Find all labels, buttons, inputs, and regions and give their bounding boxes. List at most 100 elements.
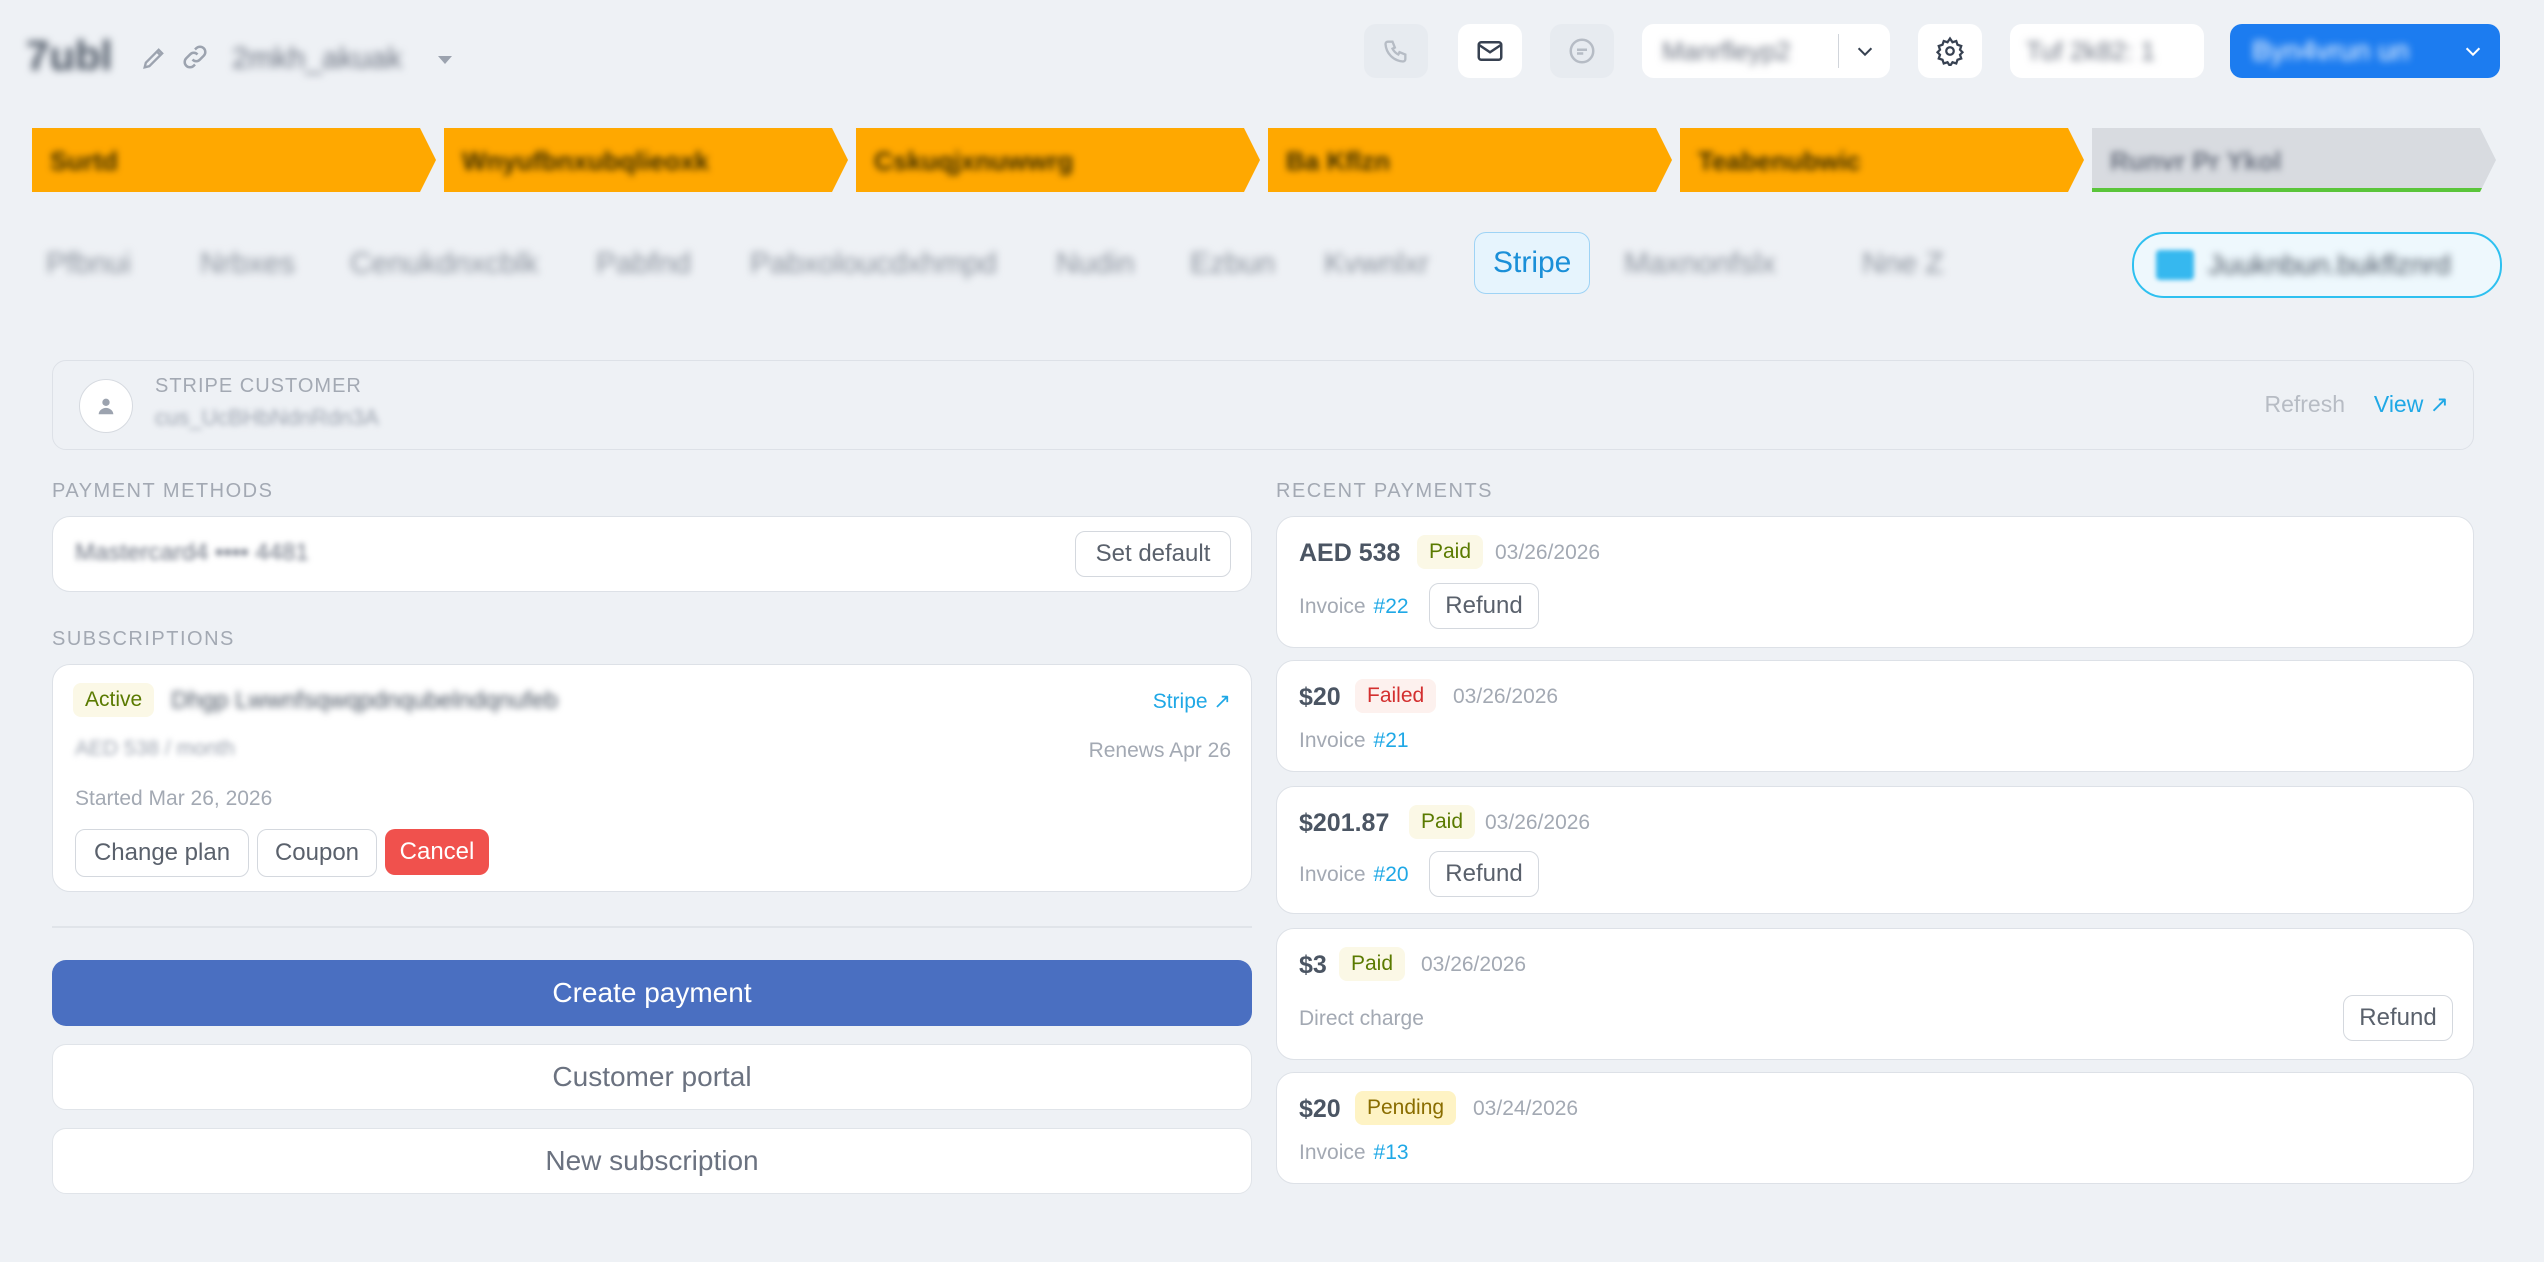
payment-date: 03/24/2026 — [1473, 1097, 1579, 1120]
user-label: Tuf 2k82: 1 — [2026, 35, 2156, 66]
subscription-price: AED 538 / month — [75, 737, 235, 760]
pipeline-stage[interactable]: Teabenubwic — [1680, 128, 2084, 192]
payment-source: Invoice #21 — [1299, 729, 1409, 753]
payment-date: 03/26/2026 — [1453, 685, 1559, 708]
tab-action-button[interactable]: Juuknbun.bukflznrd — [2132, 232, 2502, 298]
payment-row: AED 538 Paid 03/26/2026 Invoice #22 Refun… — [1276, 516, 2474, 648]
divider — [52, 926, 1252, 928]
link-icon[interactable] — [180, 42, 210, 72]
create-payment-button[interactable]: Create payment — [52, 960, 1252, 1026]
payment-kind: Invoice — [1299, 729, 1366, 752]
invoice-link[interactable]: #20 — [1374, 863, 1409, 886]
payment-kind: Invoice — [1299, 1141, 1366, 1164]
tab-item[interactable]: Maxnonfslx — [1624, 236, 1776, 292]
subscription-name: Dhgp Lwwnfsqwqpdnqubelndqnufeb — [171, 687, 558, 714]
payment-amount: $20 — [1299, 683, 1341, 711]
invoice-link[interactable]: #21 — [1374, 729, 1409, 752]
card-number: Mastercard4 •••• 4481 — [75, 539, 309, 566]
stage-label: Ba Kflzn — [1286, 146, 1390, 176]
refund-button[interactable]: Refund — [1429, 851, 1539, 897]
status-badge: Paid — [1417, 535, 1484, 569]
record-subtitle-dropdown[interactable]: 2mkh_akuak — [232, 42, 402, 76]
email-button[interactable] — [1458, 24, 1522, 78]
refund-button[interactable]: Refund — [2343, 995, 2453, 1041]
primary-action-label: Byn4vrun un — [2252, 35, 2410, 66]
pipeline-stage[interactable]: Ba Kflzn — [1268, 128, 1672, 192]
payment-date: 03/26/2026 — [1421, 953, 1527, 976]
stage-label: Surtd — [50, 146, 118, 176]
pipeline-stage[interactable]: Surtd — [32, 128, 436, 192]
primary-action-button[interactable]: Byn4vrun un — [2230, 24, 2500, 78]
payment-amount: $20 — [1299, 1095, 1341, 1123]
call-button[interactable] — [1364, 24, 1428, 78]
payment-method-card: Mastercard4 •••• 4481 Set default — [52, 516, 1252, 592]
owner-select[interactable]: Manrfleyp2 — [1642, 24, 1890, 78]
change-plan-button[interactable]: Change plan — [75, 829, 249, 877]
stripe-customer-id: cus_UcBHbNdnRdn3A — [155, 405, 379, 430]
owner-select-value: Manrfleyp2 — [1662, 35, 1791, 66]
chevron-down-icon[interactable] — [2462, 40, 2484, 62]
stage-label: Teabenubwic — [1698, 146, 1861, 176]
payment-amount: AED 538 — [1299, 539, 1401, 567]
cancel-button[interactable]: Cancel — [385, 829, 489, 875]
user-chip[interactable]: Tuf 2k82: 1 — [2010, 24, 2204, 78]
chat-button[interactable] — [1550, 24, 1614, 78]
refund-button[interactable]: Refund — [1429, 583, 1539, 629]
refresh-link[interactable]: Refresh — [2264, 391, 2345, 418]
payment-source: Invoice #20 — [1299, 863, 1409, 887]
stage-label: Cskuqjxnuwwrg — [874, 146, 1074, 176]
tab-item[interactable]: Pabfnd — [596, 236, 691, 292]
view-link[interactable]: View ↗ — [2374, 391, 2449, 418]
chevron-down-icon[interactable] — [438, 56, 452, 64]
chat-icon — [1569, 38, 1595, 64]
payment-source: Invoice #22 — [1299, 595, 1409, 619]
stripe-customer-label: STRIPE CUSTOMER — [155, 375, 362, 397]
recent-payments-heading: RECENT PAYMENTS — [1276, 480, 1493, 502]
customer-portal-button[interactable]: Customer portal — [52, 1044, 1252, 1110]
pipeline-stage[interactable]: Wnyufbnxubqlieoxk — [444, 128, 848, 192]
new-subscription-button[interactable]: New subscription — [52, 1128, 1252, 1194]
app-icon — [2156, 250, 2194, 280]
payment-date: 03/26/2026 — [1495, 541, 1601, 564]
stage-label: Runvr Pr Ykol — [2110, 146, 2282, 176]
settings-button[interactable] — [1918, 24, 1982, 78]
stripe-customer-bar: STRIPE CUSTOMER cus_UcBHbNdnRdn3A Refres… — [52, 360, 2474, 450]
tab-item[interactable]: Cenukdnxcblk — [350, 236, 538, 292]
set-default-button[interactable]: Set default — [1075, 531, 1231, 577]
coupon-button[interactable]: Coupon — [257, 829, 377, 877]
subscription-card: Active Dhgp Lwwnfsqwqpdnqubelndqnufeb St… — [52, 664, 1252, 892]
pipeline-stage[interactable]: Cskuqjxnuwwrg — [856, 128, 1260, 192]
stripe-link[interactable]: Stripe ↗ — [1153, 689, 1231, 714]
payment-date: 03/26/2026 — [1485, 811, 1591, 834]
tab-item[interactable]: Kvwnlxr — [1324, 236, 1429, 292]
status-badge: Failed — [1355, 679, 1437, 713]
tab-item[interactable]: Nudin — [1056, 236, 1134, 292]
chevron-down-icon[interactable] — [1854, 40, 1876, 62]
payment-amount: $3 — [1299, 951, 1327, 979]
payment-kind: Direct charge — [1299, 1007, 1424, 1030]
gear-icon — [1935, 36, 1965, 66]
invoice-link[interactable]: #13 — [1374, 1141, 1409, 1164]
payment-methods-heading: PAYMENT METHODS — [52, 480, 274, 502]
tab-item[interactable]: Ezbun — [1190, 236, 1275, 292]
payment-row: $201.87 Paid 03/26/2026 Invoice #20 Refun… — [1276, 786, 2474, 914]
pipeline-stages: Surtd Wnyufbnxubqlieoxk Cskuqjxnuwwrg Ba… — [32, 128, 2502, 192]
renews-date: Renews Apr 26 — [1088, 739, 1231, 762]
select-divider — [1838, 34, 1839, 68]
tab-item[interactable]: Pfbnui — [46, 236, 131, 292]
tab-item[interactable]: Pabxoloucdxhmpd — [750, 236, 997, 292]
payment-kind: Invoice — [1299, 863, 1366, 886]
tab-item[interactable]: Nrbxes — [200, 236, 295, 292]
status-badge: Pending — [1355, 1091, 1457, 1125]
payment-row: $20 Failed 03/26/2026 Invoice #21 — [1276, 660, 2474, 772]
edit-icon[interactable] — [140, 44, 168, 72]
tab-action-label: Juuknbun.bukflznrd — [2208, 249, 2451, 280]
invoice-link[interactable]: #22 — [1374, 595, 1409, 618]
status-badge: Paid — [1339, 947, 1406, 981]
phone-icon — [1384, 40, 1407, 63]
tab-item[interactable]: Nne Z — [1862, 236, 1944, 292]
tab-stripe[interactable]: Stripe — [1474, 232, 1591, 294]
pipeline-stage-current[interactable]: Runvr Pr Ykol — [2092, 128, 2496, 192]
payment-source: Invoice #13 — [1299, 1141, 1409, 1165]
payment-row: $20 Pending 03/24/2026 Invoice #13 — [1276, 1072, 2474, 1184]
